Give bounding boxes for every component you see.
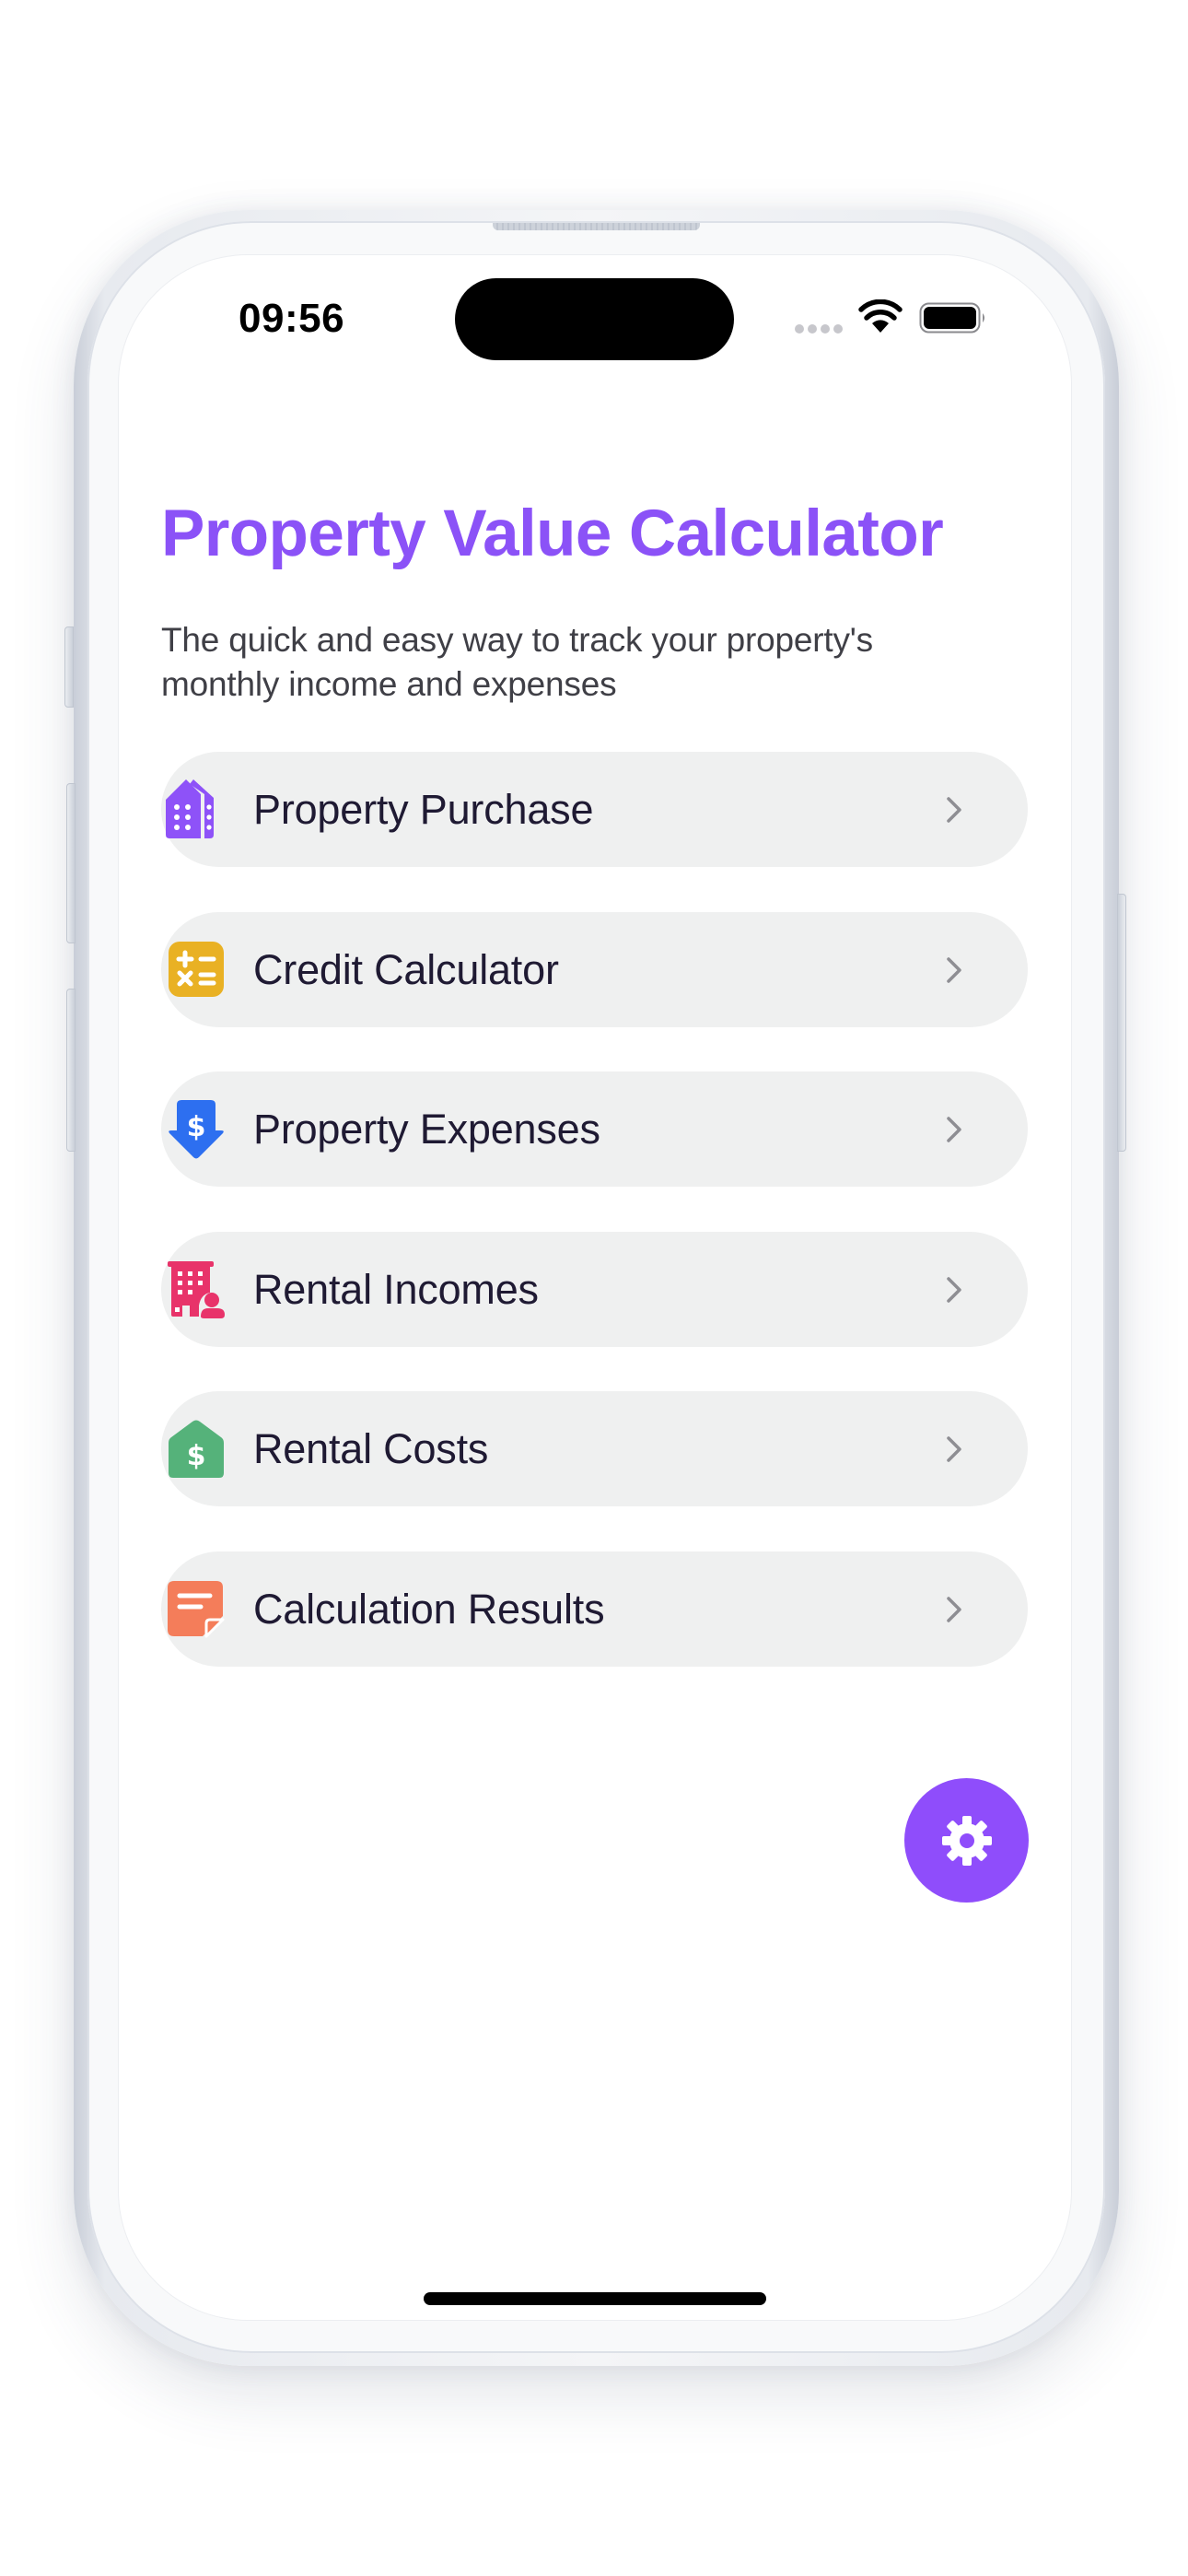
menu-item-property-purchase[interactable]: Property Purchase (161, 752, 1028, 867)
chevron-right-icon (947, 1117, 961, 1142)
page-subtitle: The quick and easy way to track your pro… (161, 621, 873, 703)
action-button (64, 626, 74, 708)
status-time: 09:56 (239, 296, 345, 341)
menu-item-label: Calculation Results (253, 1586, 605, 1633)
settings-button[interactable] (904, 1778, 1029, 1903)
chevron-right-icon (947, 957, 961, 983)
menu-item-credit-calculator[interactable]: Credit Calculator (161, 912, 1028, 1027)
menu-item-rental-incomes[interactable]: Rental Incomes (161, 1232, 1028, 1347)
signal-dots-icon (795, 324, 843, 334)
menu-item-calculation-results[interactable]: Calculation Results (161, 1551, 1028, 1667)
buildings-icon (166, 779, 214, 838)
house-dollar-icon: $ (169, 1420, 224, 1478)
svg-text:$: $ (187, 1440, 206, 1472)
page-title: Property Value Calculator (161, 498, 944, 570)
volume-up-button (66, 783, 76, 943)
dynamic-island (455, 278, 734, 360)
dollar-down-arrow-icon: $ (169, 1100, 224, 1159)
calculator-icon (169, 942, 224, 997)
phone-screen: 09:56 Property Value Calculator The quic… (119, 255, 1071, 2320)
note-icon (168, 1581, 225, 1638)
menu-item-rental-costs[interactable]: $ Rental Costs (161, 1391, 1028, 1506)
chevron-right-icon (947, 1277, 961, 1303)
menu-item-property-expenses[interactable]: $ Property Expenses (161, 1071, 1028, 1187)
menu-item-label: Property Purchase (253, 786, 594, 833)
menu-item-label: Rental Incomes (253, 1266, 539, 1313)
home-indicator[interactable] (424, 2292, 766, 2305)
gear-icon (941, 1815, 992, 1866)
menu-item-label: Credit Calculator (253, 946, 559, 993)
wifi-icon (858, 299, 903, 333)
battery-icon (919, 302, 984, 334)
chevron-right-icon (947, 1597, 961, 1622)
chevron-right-icon (947, 797, 961, 823)
chevron-right-icon (947, 1436, 961, 1462)
svg-text:$: $ (187, 1111, 206, 1143)
power-button (1117, 894, 1126, 1152)
menu-item-label: Rental Costs (253, 1425, 489, 1472)
speaker-grille (493, 223, 700, 230)
building-tenant-icon (168, 1261, 225, 1318)
menu-item-label: Property Expenses (253, 1106, 600, 1153)
volume-down-button (66, 989, 76, 1152)
